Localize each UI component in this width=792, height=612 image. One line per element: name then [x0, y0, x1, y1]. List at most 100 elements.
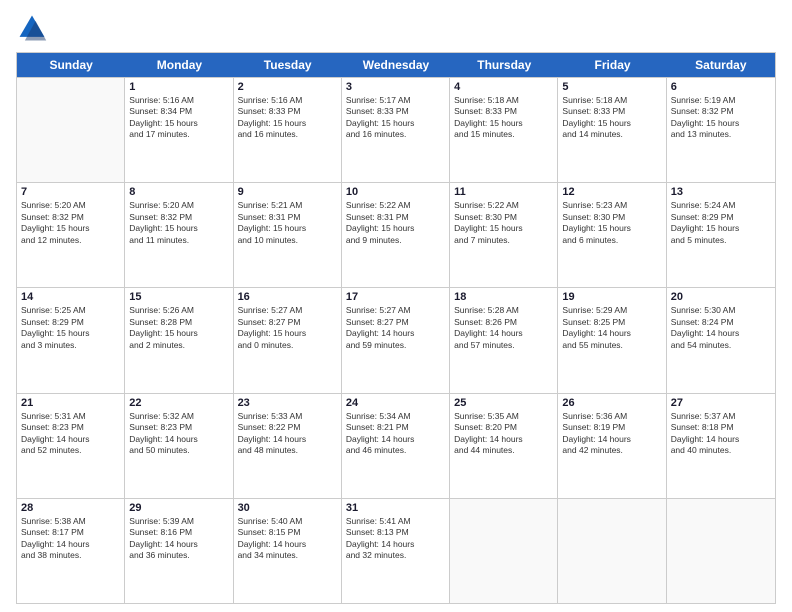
- day-number: 18: [454, 291, 553, 303]
- weekday-header: Sunday: [17, 53, 125, 77]
- calendar-cell: 25 Sunrise: 5:35 AM Sunset: 8:20 PM Dayli…: [450, 394, 558, 498]
- calendar-cell: 1 Sunrise: 5:16 AM Sunset: 8:34 PM Daylig…: [125, 78, 233, 182]
- weekday-header: Monday: [125, 53, 233, 77]
- day-info: Sunrise: 5:16 AM Sunset: 8:34 PM Dayligh…: [129, 95, 228, 141]
- calendar-cell: 6Sunrise: 5:19 AM Sunset: 8:32 PM Daylig…: [667, 78, 775, 182]
- calendar-cell: [17, 78, 125, 182]
- day-number: 8: [129, 186, 228, 198]
- weekday-header: Saturday: [667, 53, 775, 77]
- day-info: Sunrise: 5:34 AM Sunset: 8:21 PM Dayligh…: [346, 411, 445, 457]
- day-info: Sunrise: 5:37 AM Sunset: 8:18 PM Dayligh…: [671, 411, 771, 457]
- day-info: Sunrise: 5:24 AM Sunset: 8:29 PM Dayligh…: [671, 200, 771, 246]
- page: SundayMondayTuesdayWednesdayThursdayFrid…: [0, 0, 792, 612]
- day-number: 15: [129, 291, 228, 303]
- day-number: 20: [671, 291, 771, 303]
- calendar-cell: 3 Sunrise: 5:17 AM Sunset: 8:33 PM Daylig…: [342, 78, 450, 182]
- calendar-cell: 16 Sunrise: 5:27 AM Sunset: 8:27 PM Dayli…: [234, 288, 342, 392]
- calendar-cell: 17 Sunrise: 5:27 AM Sunset: 8:27 PM Dayli…: [342, 288, 450, 392]
- calendar-row: 21 Sunrise: 5:31 AM Sunset: 8:23 PM Dayli…: [17, 393, 775, 498]
- calendar-cell: 18 Sunrise: 5:28 AM Sunset: 8:26 PM Dayli…: [450, 288, 558, 392]
- day-info: Sunrise: 5:26 AM Sunset: 8:28 PM Dayligh…: [129, 305, 228, 351]
- day-info: Sunrise: 5:27 AM Sunset: 8:27 PM Dayligh…: [238, 305, 337, 351]
- day-number: 13: [671, 186, 771, 198]
- calendar-cell: 23 Sunrise: 5:33 AM Sunset: 8:22 PM Dayli…: [234, 394, 342, 498]
- weekday-header: Tuesday: [234, 53, 342, 77]
- day-number: 17: [346, 291, 445, 303]
- day-number: 24: [346, 397, 445, 409]
- day-number: 4: [454, 81, 553, 93]
- day-info: Sunrise: 5:22 AM Sunset: 8:30 PM Dayligh…: [454, 200, 553, 246]
- calendar-cell: 10 Sunrise: 5:22 AM Sunset: 8:31 PM Dayli…: [342, 183, 450, 287]
- header: [16, 12, 776, 44]
- calendar-cell: 24 Sunrise: 5:34 AM Sunset: 8:21 PM Dayli…: [342, 394, 450, 498]
- day-number: 31: [346, 502, 445, 514]
- calendar-cell: 7Sunrise: 5:20 AM Sunset: 8:32 PM Daylig…: [17, 183, 125, 287]
- day-info: Sunrise: 5:30 AM Sunset: 8:24 PM Dayligh…: [671, 305, 771, 351]
- day-info: Sunrise: 5:16 AM Sunset: 8:33 PM Dayligh…: [238, 95, 337, 141]
- day-number: 21: [21, 397, 120, 409]
- calendar-row: 7Sunrise: 5:20 AM Sunset: 8:32 PM Daylig…: [17, 182, 775, 287]
- day-info: Sunrise: 5:27 AM Sunset: 8:27 PM Dayligh…: [346, 305, 445, 351]
- day-info: Sunrise: 5:31 AM Sunset: 8:23 PM Dayligh…: [21, 411, 120, 457]
- day-number: 1: [129, 81, 228, 93]
- calendar-header: SundayMondayTuesdayWednesdayThursdayFrid…: [17, 53, 775, 77]
- day-number: 7: [21, 186, 120, 198]
- day-info: Sunrise: 5:18 AM Sunset: 8:33 PM Dayligh…: [454, 95, 553, 141]
- calendar-cell: 13 Sunrise: 5:24 AM Sunset: 8:29 PM Dayli…: [667, 183, 775, 287]
- calendar-cell: 21 Sunrise: 5:31 AM Sunset: 8:23 PM Dayli…: [17, 394, 125, 498]
- day-info: Sunrise: 5:32 AM Sunset: 8:23 PM Dayligh…: [129, 411, 228, 457]
- weekday-header: Friday: [558, 53, 666, 77]
- calendar-cell: 20 Sunrise: 5:30 AM Sunset: 8:24 PM Dayli…: [667, 288, 775, 392]
- calendar-cell: 31 Sunrise: 5:41 AM Sunset: 8:13 PM Dayli…: [342, 499, 450, 603]
- calendar-body: 1 Sunrise: 5:16 AM Sunset: 8:34 PM Daylig…: [17, 77, 775, 603]
- day-number: 26: [562, 397, 661, 409]
- day-number: 5: [562, 81, 661, 93]
- day-number: 2: [238, 81, 337, 93]
- calendar-cell: 15 Sunrise: 5:26 AM Sunset: 8:28 PM Dayli…: [125, 288, 233, 392]
- calendar-cell: 14 Sunrise: 5:25 AM Sunset: 8:29 PM Dayli…: [17, 288, 125, 392]
- logo: [16, 12, 52, 44]
- calendar-cell: 30 Sunrise: 5:40 AM Sunset: 8:15 PM Dayli…: [234, 499, 342, 603]
- calendar-cell: 5 Sunrise: 5:18 AM Sunset: 8:33 PM Daylig…: [558, 78, 666, 182]
- calendar-row: 28 Sunrise: 5:38 AM Sunset: 8:17 PM Dayli…: [17, 498, 775, 603]
- day-info: Sunrise: 5:40 AM Sunset: 8:15 PM Dayligh…: [238, 516, 337, 562]
- day-info: Sunrise: 5:36 AM Sunset: 8:19 PM Dayligh…: [562, 411, 661, 457]
- day-info: Sunrise: 5:41 AM Sunset: 8:13 PM Dayligh…: [346, 516, 445, 562]
- day-info: Sunrise: 5:22 AM Sunset: 8:31 PM Dayligh…: [346, 200, 445, 246]
- day-info: Sunrise: 5:33 AM Sunset: 8:22 PM Dayligh…: [238, 411, 337, 457]
- day-number: 28: [21, 502, 120, 514]
- calendar: SundayMondayTuesdayWednesdayThursdayFrid…: [16, 52, 776, 604]
- day-number: 12: [562, 186, 661, 198]
- day-info: Sunrise: 5:17 AM Sunset: 8:33 PM Dayligh…: [346, 95, 445, 141]
- day-number: 27: [671, 397, 771, 409]
- day-number: 3: [346, 81, 445, 93]
- day-info: Sunrise: 5:28 AM Sunset: 8:26 PM Dayligh…: [454, 305, 553, 351]
- calendar-cell: 11Sunrise: 5:22 AM Sunset: 8:30 PM Dayli…: [450, 183, 558, 287]
- day-number: 16: [238, 291, 337, 303]
- day-info: Sunrise: 5:29 AM Sunset: 8:25 PM Dayligh…: [562, 305, 661, 351]
- calendar-cell: 27 Sunrise: 5:37 AM Sunset: 8:18 PM Dayli…: [667, 394, 775, 498]
- day-number: 30: [238, 502, 337, 514]
- calendar-cell: 26 Sunrise: 5:36 AM Sunset: 8:19 PM Dayli…: [558, 394, 666, 498]
- calendar-cell: 22 Sunrise: 5:32 AM Sunset: 8:23 PM Dayli…: [125, 394, 233, 498]
- day-info: Sunrise: 5:38 AM Sunset: 8:17 PM Dayligh…: [21, 516, 120, 562]
- weekday-header: Thursday: [450, 53, 558, 77]
- day-info: Sunrise: 5:39 AM Sunset: 8:16 PM Dayligh…: [129, 516, 228, 562]
- logo-icon: [16, 12, 48, 44]
- day-info: Sunrise: 5:35 AM Sunset: 8:20 PM Dayligh…: [454, 411, 553, 457]
- day-info: Sunrise: 5:23 AM Sunset: 8:30 PM Dayligh…: [562, 200, 661, 246]
- calendar-row: 1 Sunrise: 5:16 AM Sunset: 8:34 PM Daylig…: [17, 77, 775, 182]
- day-number: 29: [129, 502, 228, 514]
- day-number: 22: [129, 397, 228, 409]
- day-number: 14: [21, 291, 120, 303]
- day-number: 9: [238, 186, 337, 198]
- day-info: Sunrise: 5:25 AM Sunset: 8:29 PM Dayligh…: [21, 305, 120, 351]
- calendar-cell: [450, 499, 558, 603]
- calendar-cell: 29 Sunrise: 5:39 AM Sunset: 8:16 PM Dayli…: [125, 499, 233, 603]
- day-number: 23: [238, 397, 337, 409]
- day-number: 25: [454, 397, 553, 409]
- day-number: 6: [671, 81, 771, 93]
- calendar-cell: 8Sunrise: 5:20 AM Sunset: 8:32 PM Daylig…: [125, 183, 233, 287]
- day-number: 10: [346, 186, 445, 198]
- day-info: Sunrise: 5:18 AM Sunset: 8:33 PM Dayligh…: [562, 95, 661, 141]
